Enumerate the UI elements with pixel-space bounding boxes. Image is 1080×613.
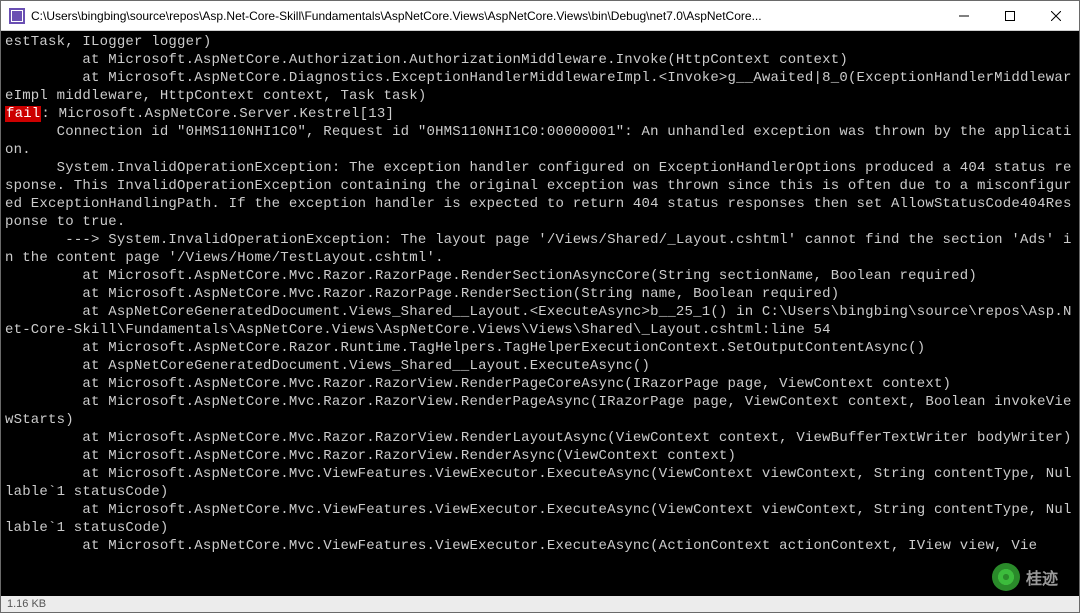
close-button[interactable]	[1033, 1, 1079, 30]
watermark: 桂迹	[992, 563, 1058, 591]
status-bar: 1.16 KB	[1, 596, 1079, 612]
console-output[interactable]: estTask, ILogger logger) at Microsoft.As…	[1, 31, 1079, 596]
status-size: 1.16 KB	[7, 598, 46, 610]
app-icon	[9, 8, 25, 24]
maximize-button[interactable]	[987, 1, 1033, 30]
console-window: C:\Users\bingbing\source\repos\Asp.Net-C…	[0, 0, 1080, 613]
wechat-icon	[992, 563, 1020, 591]
fail-tag: fail	[5, 106, 41, 122]
window-controls	[941, 1, 1079, 30]
minimize-button[interactable]	[941, 1, 987, 30]
watermark-text: 桂迹	[1026, 565, 1058, 589]
window-title: C:\Users\bingbing\source\repos\Asp.Net-C…	[31, 9, 762, 23]
titlebar[interactable]: C:\Users\bingbing\source\repos\Asp.Net-C…	[1, 1, 1079, 31]
